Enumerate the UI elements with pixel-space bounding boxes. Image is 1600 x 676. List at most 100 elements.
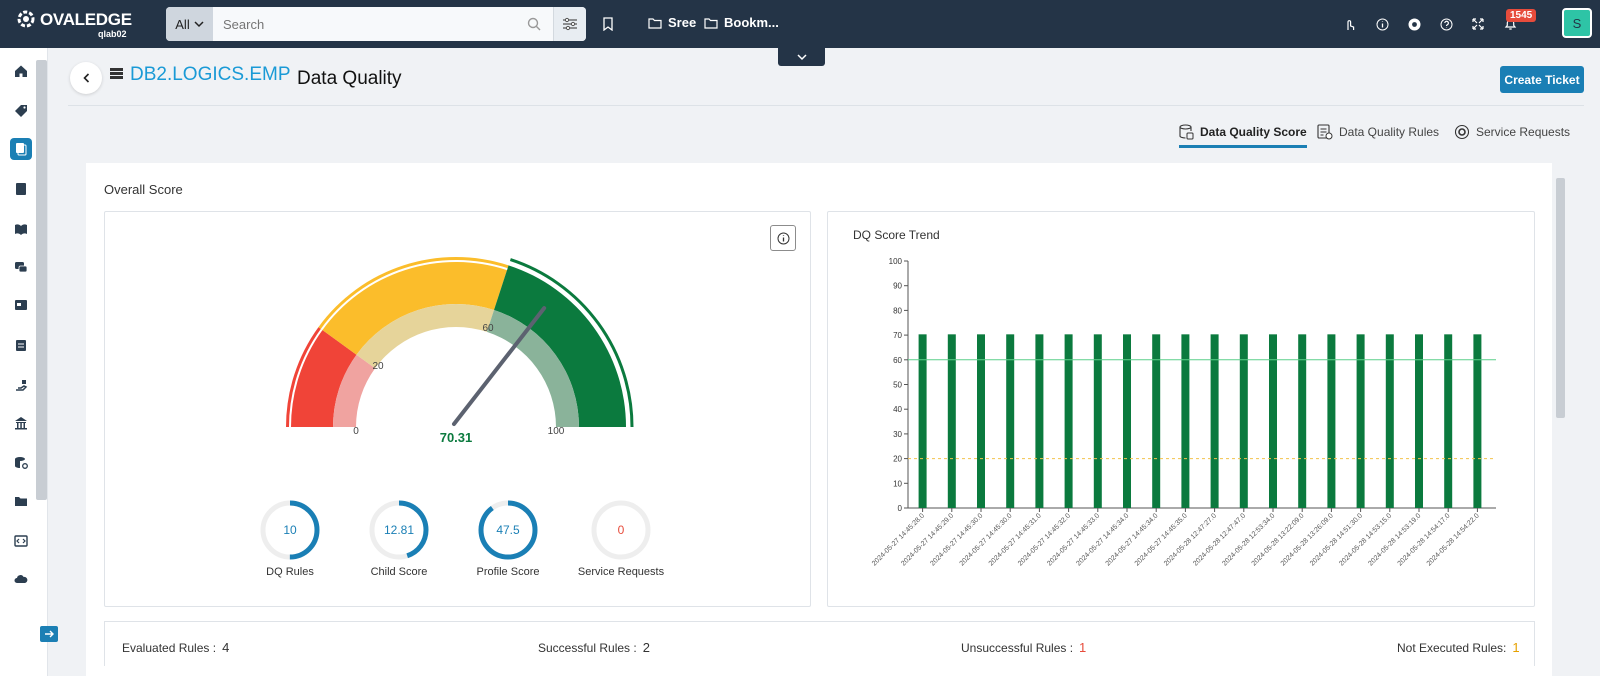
rules-summary <box>104 621 1535 666</box>
search-input[interactable] <box>213 7 553 41</box>
help-icon[interactable] <box>1436 14 1456 34</box>
create-ticket-button[interactable]: Create Ticket <box>1500 66 1584 93</box>
metric-ring[interactable]: 10 <box>258 498 322 562</box>
metric-value: 10 <box>283 523 297 537</box>
trend-bar <box>1064 334 1073 508</box>
sidebar-item-books[interactable] <box>10 178 32 200</box>
gauge-tick-label: 20 <box>372 361 384 372</box>
tab-label: Data Quality Score <box>1200 125 1307 139</box>
sidebar-item-governance[interactable] <box>10 412 32 434</box>
back-button[interactable] <box>70 62 102 94</box>
stat-label: Successful Rules : <box>538 641 637 655</box>
panel-scrollbar[interactable] <box>1556 178 1565 418</box>
gauge-tick-label: 0 <box>353 426 359 437</box>
expand-icon[interactable] <box>1468 14 1488 34</box>
metric-label: DQ Rules <box>266 566 314 578</box>
bookmark-icon[interactable] <box>598 14 618 34</box>
trend-bar <box>1006 334 1015 508</box>
search-scope-dropdown[interactable]: All <box>166 7 213 41</box>
tab-data-quality-rules[interactable]: Data Quality Rules <box>1317 116 1439 148</box>
search-icon[interactable] <box>526 16 542 32</box>
tab-service-requests[interactable]: Service Requests <box>1454 116 1570 148</box>
trend-bar <box>1269 334 1277 508</box>
gauge-band-yellow <box>318 257 509 355</box>
arrow-right-icon <box>45 630 54 638</box>
info-button[interactable] <box>770 225 796 251</box>
y-tick-label: 40 <box>893 405 902 414</box>
sidebar-item-catalog[interactable] <box>10 138 32 160</box>
x-tick-label: 2024-05-27 14:45:28.0 <box>871 512 926 567</box>
x-tick-label: 2024-05-27 14:45:32.0 <box>1017 512 1072 567</box>
stat-value: 2 <box>642 640 650 655</box>
folder-link-bookmarks[interactable]: Bookm... <box>704 15 779 30</box>
page-header: DB2.LOGICS.EMP Data Quality Create Ticke… <box>68 60 1584 106</box>
sidebar-expand-button[interactable] <box>40 626 58 642</box>
search-filter-button[interactable] <box>553 7 586 41</box>
metric-label: Profile Score <box>476 566 540 578</box>
avatar[interactable]: S <box>1562 8 1592 38</box>
app-logo[interactable]: OVALEDGE qlab02 <box>14 6 134 42</box>
metric-value: 0 <box>618 523 625 537</box>
metric-label: Service Requests <box>577 566 665 578</box>
service-request-icon <box>1454 124 1470 140</box>
chat-icon <box>15 261 28 272</box>
open-book-icon <box>15 224 27 235</box>
tab-data-quality-score[interactable]: Data Quality Score <box>1179 116 1307 148</box>
sidebar-scrollbar[interactable] <box>36 60 47 500</box>
brand-name: OVALEDGE <box>40 10 132 29</box>
home-icon <box>15 65 27 77</box>
stat-value: 4 <box>222 640 230 655</box>
trend-bar <box>1123 334 1131 508</box>
sidebar-item-glossary[interactable] <box>10 218 32 240</box>
stat-label: Not Executed Rules: <box>1397 641 1507 655</box>
y-tick-label: 50 <box>893 381 902 390</box>
x-tick-label: 2024-05-28 14:54:17.0 <box>1397 512 1452 567</box>
stat-label: Evaluated Rules : <box>122 641 217 655</box>
sidebar-item-access[interactable] <box>10 374 32 396</box>
cloud-gear-icon <box>14 575 28 583</box>
x-tick-label: 2024-05-27 14:45:34.0 <box>1105 512 1160 567</box>
x-tick-label: 2024-05-27 14:45:29.0 <box>900 512 955 567</box>
chrome-icon[interactable] <box>1404 14 1424 34</box>
entity-name-link[interactable]: DB2.LOGICS.EMP <box>130 64 291 86</box>
metric-ring[interactable]: 47.5 <box>476 498 540 562</box>
folder-link-sree[interactable]: Sree <box>648 15 696 30</box>
metric-ring[interactable]: 12.81 <box>367 498 431 562</box>
trend-bar <box>1210 334 1219 508</box>
catalog-icon <box>16 143 27 156</box>
database-score-icon <box>1179 124 1194 140</box>
y-tick-label: 100 <box>889 257 903 266</box>
info-icon <box>777 232 789 244</box>
folder-icon <box>648 17 662 29</box>
x-tick-label: 2024-05-27 14:45:31.0 <box>988 512 1043 567</box>
x-tick-label: 2024-05-28 12:53:34.0 <box>1221 512 1276 567</box>
sidebar-item-chat[interactable] <box>10 256 32 278</box>
sidebar-item-reports[interactable] <box>10 294 32 316</box>
trend-bar <box>1327 334 1336 508</box>
sidebar-item-tasks[interactable] <box>10 334 32 356</box>
trend-bar <box>1356 334 1365 508</box>
trend-bar <box>1152 334 1161 508</box>
sidebar-item-code[interactable] <box>10 530 32 552</box>
trend-bar <box>1181 334 1190 508</box>
trend-bar <box>1385 334 1394 508</box>
x-tick-label: 2024-05-28 14:54:22.0 <box>1426 512 1481 567</box>
sidebar-item-home[interactable] <box>10 60 32 82</box>
metric-ring[interactable]: 0 <box>589 498 653 562</box>
logo-mark-icon <box>17 10 35 28</box>
sidebar-item-files[interactable] <box>10 490 32 512</box>
y-tick-label: 0 <box>898 504 903 513</box>
sidebar-item-cloud[interactable] <box>10 568 32 590</box>
trend-bar <box>1473 334 1482 508</box>
sidebar <box>0 48 58 676</box>
folder-icon <box>15 497 27 506</box>
folder-label: Sree <box>668 15 697 30</box>
touch-icon[interactable] <box>1340 14 1360 34</box>
metric-value: 47.5 <box>496 523 520 537</box>
trend-bar <box>1239 334 1248 508</box>
sidebar-item-data-quality[interactable] <box>10 452 32 474</box>
sidebar-item-tags[interactable] <box>10 100 32 122</box>
chevron-down-icon <box>194 21 204 28</box>
info-icon[interactable] <box>1372 14 1392 34</box>
score-gauge: 0 20 60 100 70.31 <box>286 257 634 444</box>
